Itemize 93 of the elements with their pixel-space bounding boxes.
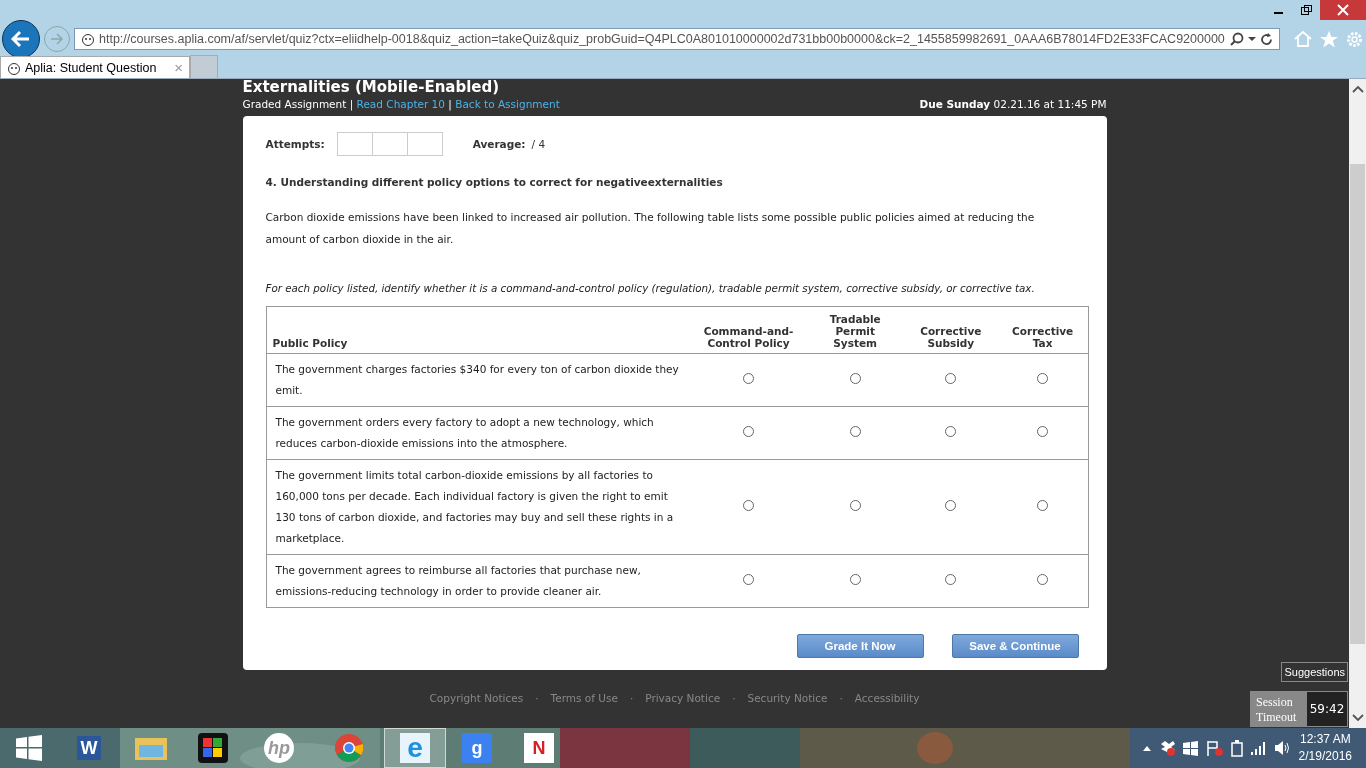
assignment-title: Externalities (Mobile-Enabled) bbox=[242, 79, 501, 96]
radio-button[interactable] bbox=[849, 573, 861, 585]
battery-icon[interactable] bbox=[1230, 739, 1243, 757]
restore-icon bbox=[1300, 5, 1312, 15]
column-header: Corrective Tax bbox=[997, 306, 1088, 354]
site-icon bbox=[7, 60, 21, 75]
breadcrumb-label: Graded Assignment bbox=[242, 98, 347, 110]
separator: · bbox=[839, 692, 843, 704]
netflix-icon: N bbox=[524, 733, 554, 763]
policy-cell: The government limits total carbon-dioxide emissions by all factories to 160,000 tons per decade. Each individual factory is given the right to emit 130 tons of carbon dioxide, and factories may buy and sell these rights in a marketplace. bbox=[266, 459, 691, 555]
tab-close-button[interactable]: × bbox=[174, 59, 183, 76]
radio-button[interactable] bbox=[849, 372, 861, 384]
radio-button[interactable] bbox=[945, 372, 957, 384]
scrollbar[interactable] bbox=[1349, 79, 1366, 728]
column-header: Public Policy bbox=[266, 306, 691, 354]
browser-tab[interactable]: Aplia: Student Question × bbox=[0, 56, 190, 78]
minimize-icon bbox=[1273, 12, 1283, 14]
forward-arrow-icon bbox=[50, 33, 64, 45]
site-icon bbox=[81, 32, 95, 46]
suggestions-button[interactable]: Suggestions bbox=[1281, 662, 1348, 682]
column-header: Command-and-Control Policy bbox=[690, 306, 807, 354]
attempt-box bbox=[371, 132, 408, 156]
radio-button[interactable] bbox=[743, 372, 755, 384]
folder-icon bbox=[135, 735, 167, 761]
average-value: / 4 bbox=[531, 138, 546, 150]
attempts-label: Attempts: bbox=[265, 138, 325, 150]
refresh-icon[interactable] bbox=[1260, 32, 1273, 46]
radio-button[interactable] bbox=[945, 499, 957, 511]
radio-button[interactable] bbox=[849, 499, 861, 511]
chrome-icon bbox=[335, 734, 363, 762]
taskbar-app[interactable]: g bbox=[446, 728, 508, 768]
radio-button[interactable] bbox=[743, 573, 755, 585]
breadcrumb-link[interactable]: Back to Assignment bbox=[455, 98, 560, 110]
session-time: 59:42 bbox=[1306, 691, 1348, 727]
tab-title: Aplia: Student Question bbox=[25, 60, 158, 75]
address-field[interactable]: http://courses.aplia.com/af/servlet/quiz?ctx=eliidhelp-0018&quiz_action=takeQuiz&quiz_probGuid=Q4PLC0A801010000002d731bb00b0000&ck=2_1455859982691_0AAA6B78014FD2E33FCAC9200000 bbox=[74, 28, 1280, 50]
question-title: 4. Understanding different policy options to correct for negativeexternalities bbox=[265, 176, 724, 188]
due-date: Due Sunday 02.21.16 at 11:45 PM bbox=[919, 98, 1107, 110]
back-button[interactable] bbox=[2, 20, 40, 58]
close-icon bbox=[1337, 4, 1349, 16]
browser-icon: e bbox=[400, 733, 430, 763]
star-icon[interactable] bbox=[1320, 30, 1338, 48]
footer-link[interactable]: Privacy Notice bbox=[645, 692, 721, 704]
close-button[interactable] bbox=[1320, 0, 1366, 20]
word-icon: W bbox=[77, 736, 101, 760]
attempt-box bbox=[336, 132, 373, 156]
radio-button[interactable] bbox=[1037, 573, 1049, 585]
radio-button[interactable] bbox=[945, 425, 957, 437]
google-icon: g bbox=[462, 733, 492, 763]
radio-button[interactable] bbox=[1037, 425, 1049, 437]
attempt-box bbox=[406, 132, 443, 156]
radio-button[interactable] bbox=[743, 499, 755, 511]
flag-icon[interactable] bbox=[1205, 740, 1223, 756]
question-text: Carbon dioxide emissions have been linked to increased air pollution. The following table lists some possible public policies aimed at reducing the amount of carbon dioxide in the air. bbox=[265, 210, 1036, 247]
policy-cell: The government orders every factory to adopt a new technology, which reduces carbon-dioxide emissions into the atmosphere. bbox=[266, 406, 691, 460]
policy-cell: The government charges factories $340 for every ton of carbon dioxide they emit. bbox=[266, 353, 691, 407]
separator: · bbox=[535, 692, 539, 704]
search-icon[interactable] bbox=[1230, 32, 1244, 46]
radio-button[interactable] bbox=[1037, 499, 1049, 511]
instructions: For each policy listed, identify whether it is a command-and-control policy (regulation), tradable permit system, corrective subsidy, or corrective tax. bbox=[265, 282, 1036, 294]
radio-button[interactable] bbox=[743, 425, 755, 437]
windows-logo-icon bbox=[16, 735, 42, 761]
breadcrumb-link[interactable]: Read Chapter 10 bbox=[356, 98, 445, 110]
caret-icon[interactable] bbox=[1248, 36, 1256, 42]
separator: | bbox=[447, 98, 453, 110]
average-label: Average: bbox=[472, 138, 526, 150]
windows-icon[interactable] bbox=[1182, 740, 1198, 756]
show-hidden-icon[interactable] bbox=[1142, 745, 1151, 751]
scroll-thumb[interactable] bbox=[1350, 163, 1365, 644]
taskbar-app[interactable]: N bbox=[508, 728, 570, 768]
taskbar-app[interactable]: e bbox=[384, 728, 446, 768]
radio-button[interactable] bbox=[1037, 372, 1049, 384]
volume-icon[interactable] bbox=[1274, 741, 1291, 755]
save-continue-button[interactable]: Save & Continue bbox=[951, 634, 1079, 658]
column-header: Corrective Subsidy bbox=[903, 306, 998, 354]
column-header: Tradable Permit System bbox=[806, 306, 904, 354]
session-label: Session Timeout bbox=[1250, 691, 1306, 727]
separator: | bbox=[348, 98, 355, 110]
radio-button[interactable] bbox=[849, 425, 861, 437]
clock[interactable]: 12:37 AM 2/19/2016 bbox=[1298, 731, 1352, 765]
puzzle-icon bbox=[198, 733, 228, 763]
back-arrow-icon bbox=[11, 30, 31, 48]
footer-link[interactable]: Terms of Use bbox=[550, 692, 618, 704]
grade-button[interactable]: Grade It Now bbox=[796, 634, 924, 658]
signal-icon[interactable] bbox=[1250, 741, 1267, 755]
footer-link[interactable]: Accessibility bbox=[854, 692, 920, 704]
separator: · bbox=[629, 692, 634, 704]
radio-button[interactable] bbox=[945, 573, 957, 585]
taskbar-app[interactable]: W bbox=[58, 728, 120, 768]
footer-link[interactable]: Copyright Notices bbox=[429, 692, 524, 704]
footer-link[interactable]: Security Notice bbox=[747, 692, 828, 704]
policy-cell: The government agrees to reimburse all factories that purchase new, emissions-reducing technology in order to provide cleaner air. bbox=[266, 554, 691, 608]
separator: · bbox=[732, 692, 736, 704]
